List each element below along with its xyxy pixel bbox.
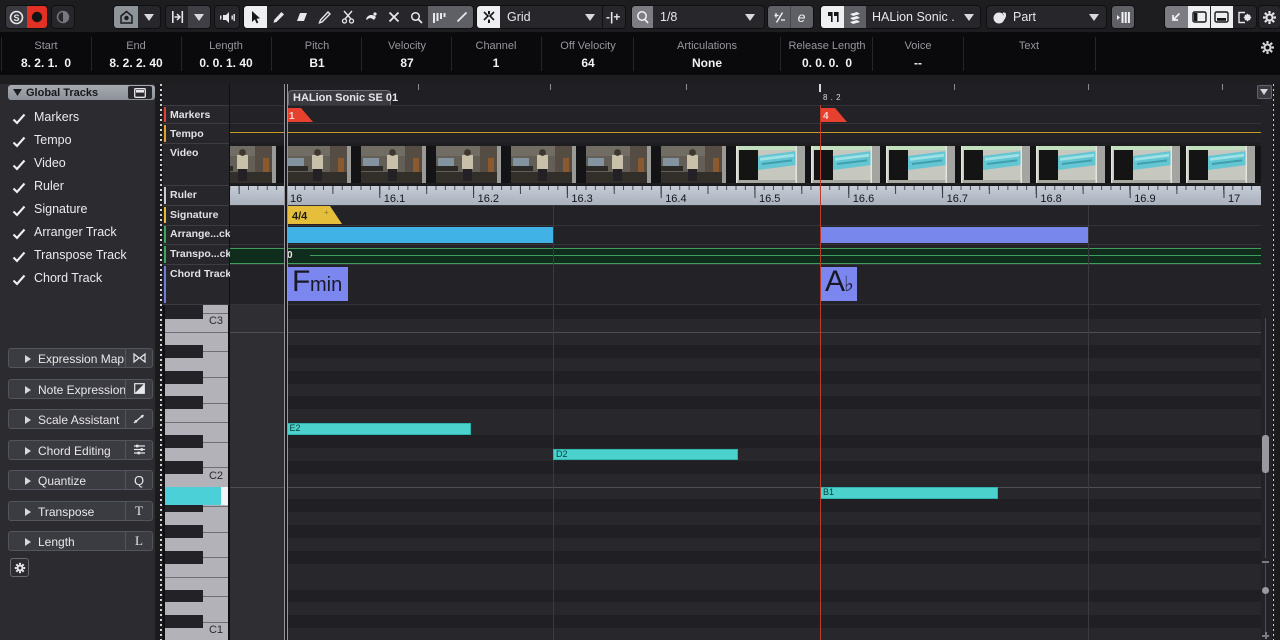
svg-text:+: + — [324, 208, 329, 217]
svg-text:4: 4 — [823, 111, 829, 122]
svg-text:S: S — [13, 13, 19, 23]
svg-text:1: 1 — [289, 111, 295, 122]
svg-text:4/4: 4/4 — [292, 211, 308, 223]
